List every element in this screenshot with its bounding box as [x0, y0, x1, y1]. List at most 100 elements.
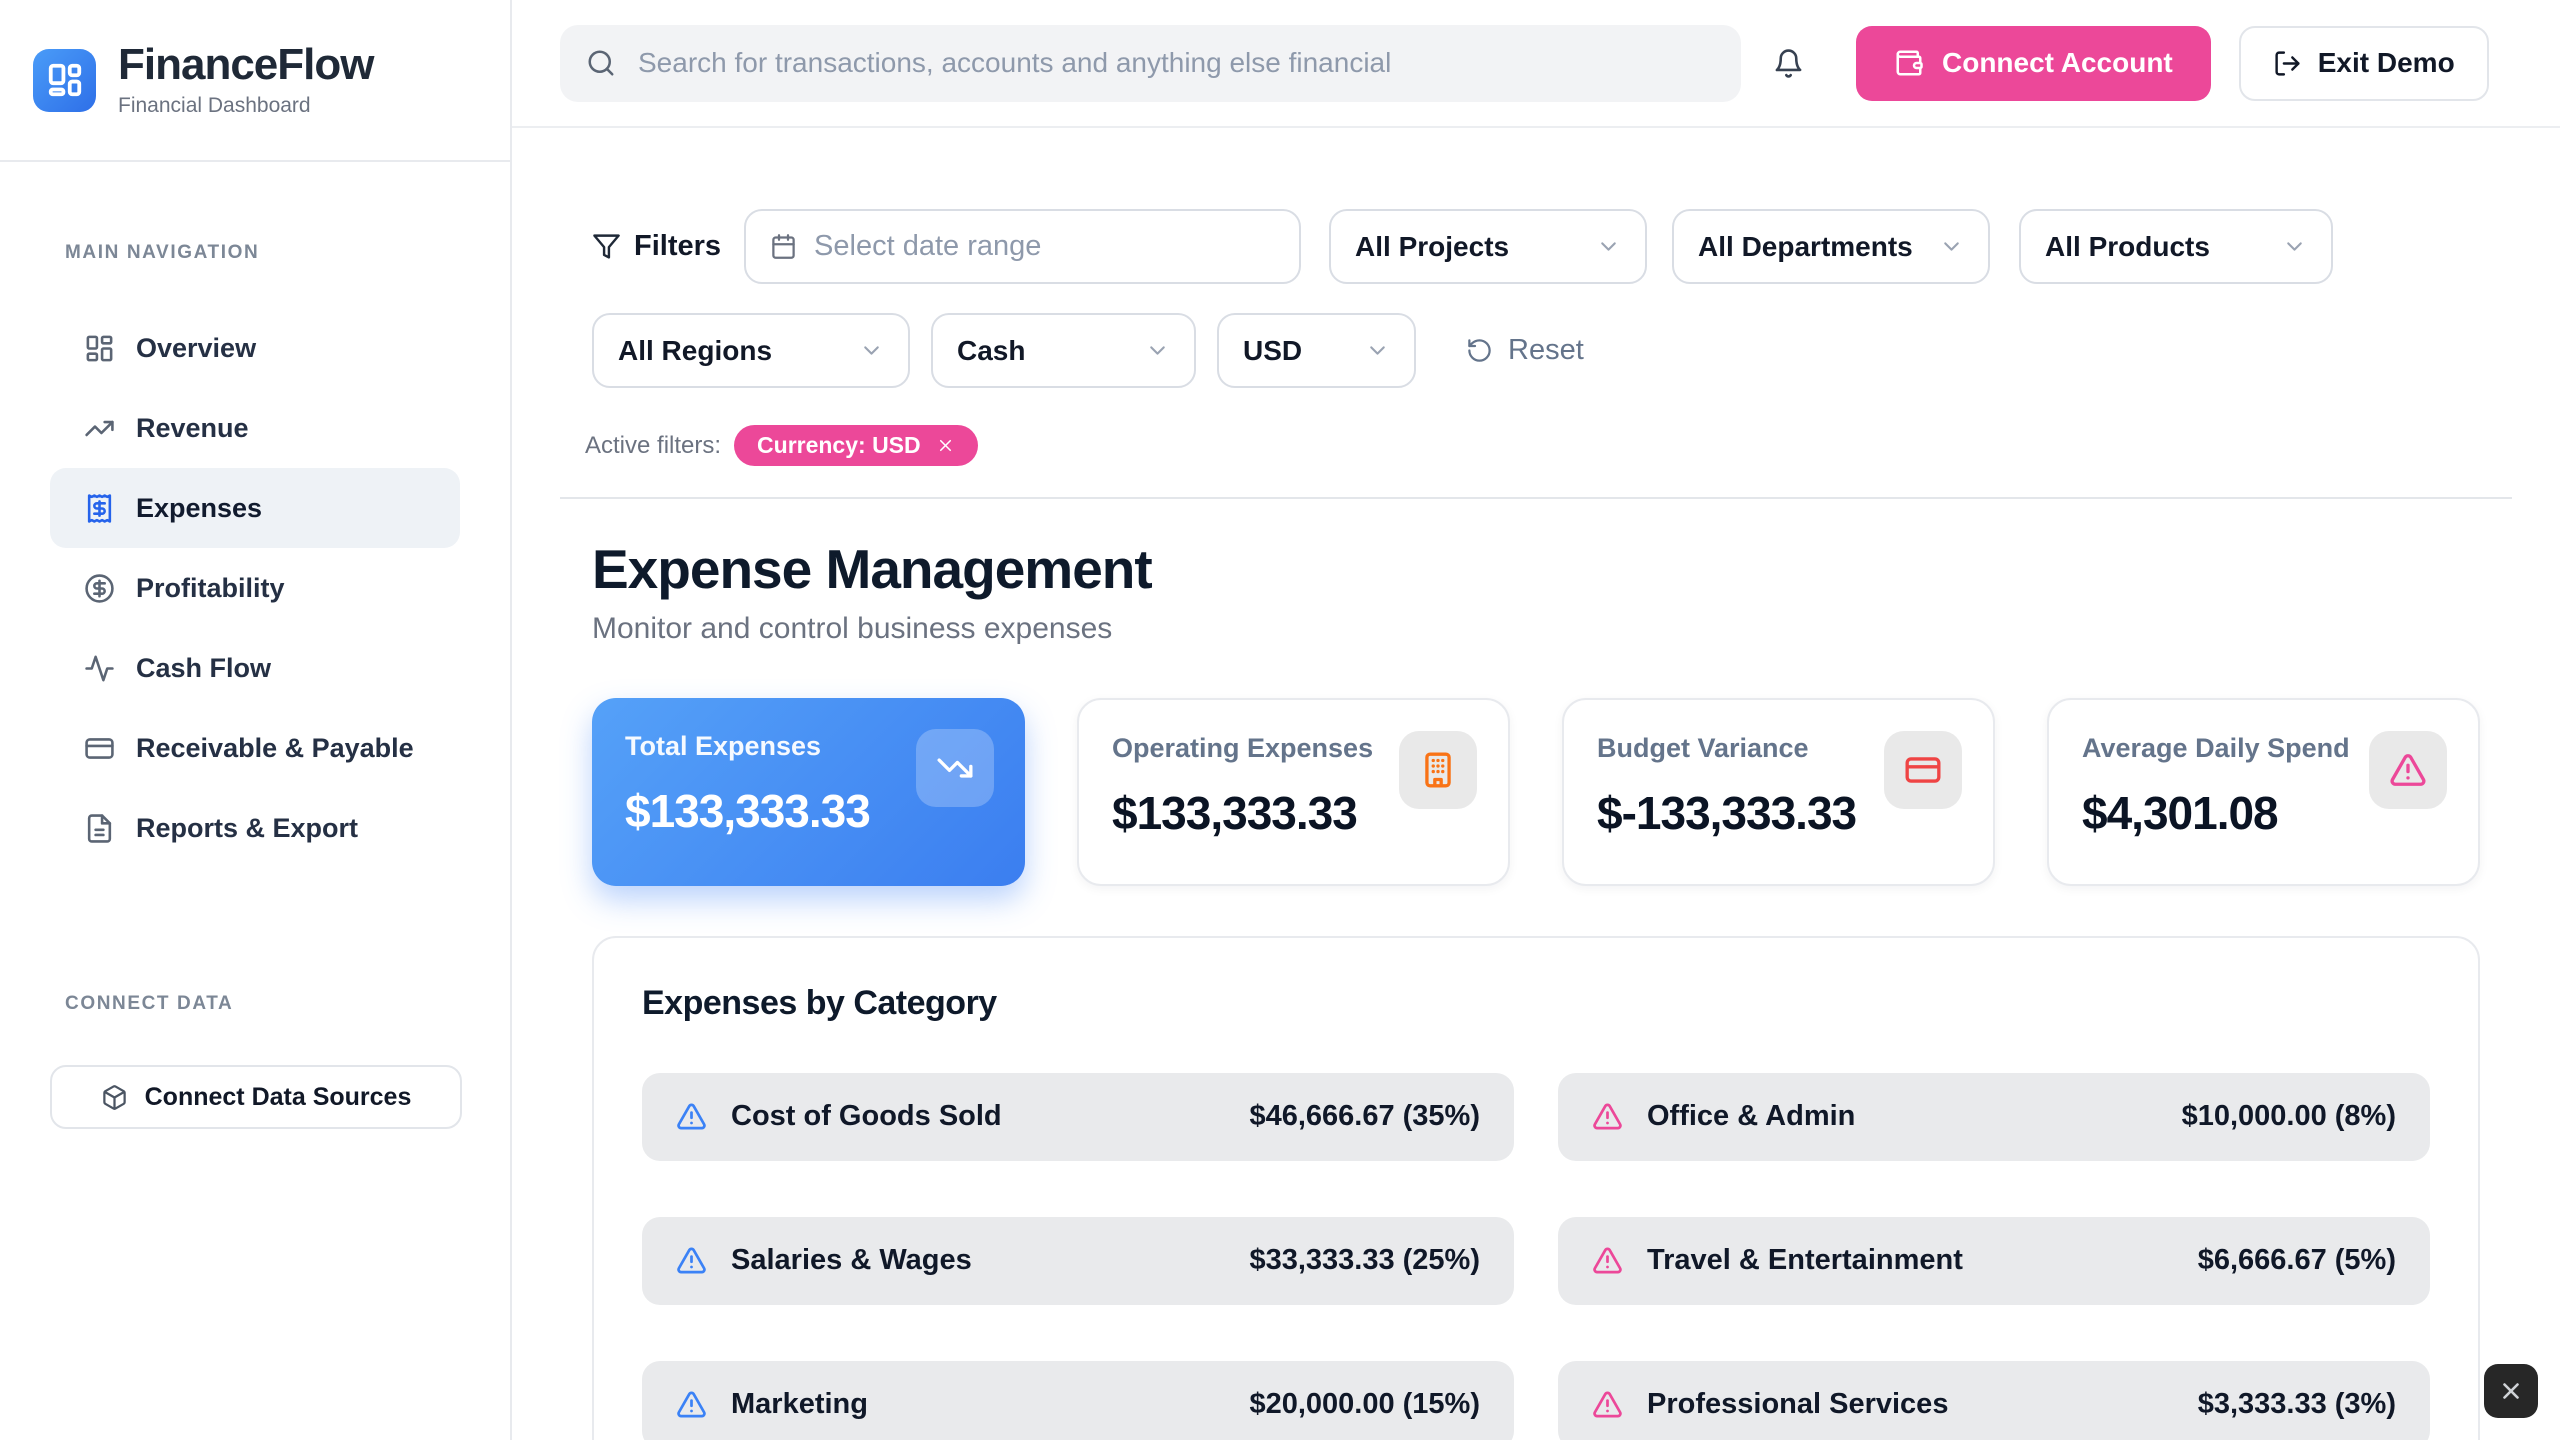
sidebar-item-label: Profitability [136, 573, 285, 604]
stat-card-budget-variance[interactable]: Budget Variance $-133,333.33 [1562, 698, 1995, 886]
alert-triangle-icon [2389, 751, 2427, 789]
stat-label: Budget Variance [1597, 733, 1897, 764]
page-title: Expense Management [592, 539, 2480, 600]
departments-select[interactable]: All Departments [1672, 209, 1990, 284]
alert-triangle-icon [676, 1101, 707, 1132]
category-row-salaries-wages[interactable]: Salaries & Wages $33,333.33 (25%) [642, 1217, 1514, 1305]
stat-label: Operating Expenses [1112, 733, 1412, 764]
package-icon [101, 1084, 128, 1111]
chevron-down-icon [1145, 338, 1170, 363]
search-box[interactable] [560, 25, 1741, 102]
sidebar-item-overview[interactable]: Overview [50, 308, 460, 388]
chevron-down-icon [859, 338, 884, 363]
sidebar-item-label: Revenue [136, 413, 249, 444]
regions-select[interactable]: All Regions [592, 313, 910, 388]
stat-icon-box [1884, 731, 1962, 809]
sidebar-item-reports-export[interactable]: Reports & Export [50, 788, 460, 868]
filters-heading: Filters [592, 230, 721, 263]
chevron-down-icon [1939, 234, 1964, 259]
alert-triangle-icon [1592, 1389, 1623, 1420]
sidebar-item-label: Expenses [136, 493, 262, 524]
search-icon [586, 48, 616, 78]
stat-card-operating-expenses[interactable]: Operating Expenses $133,333.33 [1077, 698, 1510, 886]
search-input[interactable] [636, 46, 1715, 80]
stat-label: Average Daily Spend [2082, 733, 2382, 764]
connect-data-sources-label: Connect Data Sources [145, 1083, 412, 1112]
credit-card-icon [1904, 751, 1942, 789]
active-filters-row: Active filters: Currency: USD [592, 425, 2480, 466]
app-title: FinanceFlow [118, 42, 373, 88]
stat-cards: Total Expenses $133,333.33 Operating Exp… [592, 698, 2480, 886]
currency-select[interactable]: USD [1217, 313, 1416, 388]
sidebar-item-label: Receivable & Payable [136, 733, 414, 764]
alert-triangle-icon [1592, 1101, 1623, 1132]
stat-label: Total Expenses [625, 731, 925, 762]
chevron-down-icon [2282, 234, 2307, 259]
notifications-button[interactable] [1767, 42, 1810, 85]
close-icon [2498, 1378, 2524, 1404]
connect-data-sources-button[interactable]: Connect Data Sources [50, 1065, 462, 1129]
filters-row-2: All Regions Cash USD Reset [592, 313, 2480, 388]
active-filters-label: Active filters: [585, 432, 721, 460]
category-row-professional-services[interactable]: Professional Services $3,333.33 (3%) [1558, 1361, 2430, 1440]
category-row-marketing[interactable]: Marketing $20,000.00 (15%) [642, 1361, 1514, 1440]
file-text-icon [84, 813, 115, 844]
sidebar-item-revenue[interactable]: Revenue [50, 388, 460, 468]
app-window: FinanceFlow Financial Dashboard MAIN NAV… [0, 0, 2560, 1440]
section-divider [560, 497, 2512, 499]
expenses-by-category-panel: Expenses by Category Cost of Goods Sold … [592, 936, 2480, 1440]
products-select[interactable]: All Products [2019, 209, 2333, 284]
stat-card-average-daily-spend[interactable]: Average Daily Spend $4,301.08 [2047, 698, 2480, 886]
circle-dollar-icon [84, 573, 115, 604]
connect-account-label: Connect Account [1942, 47, 2173, 79]
stat-card-total-expenses[interactable]: Total Expenses $133,333.33 [592, 698, 1025, 886]
rotate-ccw-icon [1466, 337, 1493, 364]
layout-dashboard-icon [46, 61, 84, 99]
sidebar-item-receivable-payable[interactable]: Receivable & Payable [50, 708, 460, 788]
app-subtitle: Financial Dashboard [118, 94, 373, 118]
projects-select[interactable]: All Projects [1329, 209, 1647, 284]
log-out-icon [2273, 49, 2302, 78]
sidebar-item-cash-flow[interactable]: Cash Flow [50, 628, 460, 708]
receipt-icon [84, 493, 115, 524]
sidebar-item-label: Overview [136, 333, 256, 364]
alert-triangle-icon [1592, 1245, 1623, 1276]
category-row-cost-of-goods-sold[interactable]: Cost of Goods Sold $46,666.67 (35%) [642, 1073, 1514, 1161]
connect-data-heading: CONNECT DATA [0, 993, 510, 1015]
wallet-icon [1894, 48, 1924, 78]
exit-demo-button[interactable]: Exit Demo [2239, 26, 2489, 101]
app-logo [33, 49, 96, 112]
date-range-placeholder: Select date range [814, 230, 1041, 263]
alert-triangle-icon [676, 1245, 707, 1276]
sidebar-header: FinanceFlow Financial Dashboard [0, 0, 510, 162]
chevron-down-icon [1365, 338, 1390, 363]
reset-filters-button[interactable]: Reset [1460, 333, 1590, 368]
category-row-travel-entertainment[interactable]: Travel & Entertainment $6,666.67 (5%) [1558, 1217, 2430, 1305]
chevron-down-icon [1596, 234, 1621, 259]
credit-card-icon [84, 733, 115, 764]
activity-icon [84, 653, 115, 684]
sidebar-item-profitability[interactable]: Profitability [50, 548, 460, 628]
active-filter-chip-currency[interactable]: Currency: USD [734, 425, 978, 466]
nav-section-heading: MAIN NAVIGATION [0, 242, 510, 264]
main-navigation: Overview Revenue Expenses Profitability … [0, 308, 510, 868]
page-content: Filters Select date range All Projects A… [512, 128, 2560, 1440]
sidebar-item-expenses[interactable]: Expenses [50, 468, 460, 548]
topbar: Connect Account Exit Demo [512, 0, 2560, 128]
category-row-office-admin[interactable]: Office & Admin $10,000.00 (8%) [1558, 1073, 2430, 1161]
layout-grid-icon [84, 333, 115, 364]
category-grid: Cost of Goods Sold $46,666.67 (35%) Offi… [642, 1073, 2430, 1440]
close-overlay-button[interactable] [2484, 1364, 2538, 1418]
date-range-input[interactable]: Select date range [744, 209, 1301, 284]
connect-account-button[interactable]: Connect Account [1856, 26, 2211, 101]
page-subtitle: Monitor and control business expenses [592, 612, 2480, 646]
panel-title: Expenses by Category [642, 984, 2430, 1023]
trending-down-icon [936, 749, 974, 787]
trending-up-icon [84, 413, 115, 444]
payment-method-select[interactable]: Cash [931, 313, 1196, 388]
stat-icon-box [1399, 731, 1477, 809]
sidebar: FinanceFlow Financial Dashboard MAIN NAV… [0, 0, 512, 1440]
close-icon [936, 436, 955, 455]
exit-demo-label: Exit Demo [2318, 47, 2455, 79]
sidebar-item-label: Reports & Export [136, 813, 358, 844]
